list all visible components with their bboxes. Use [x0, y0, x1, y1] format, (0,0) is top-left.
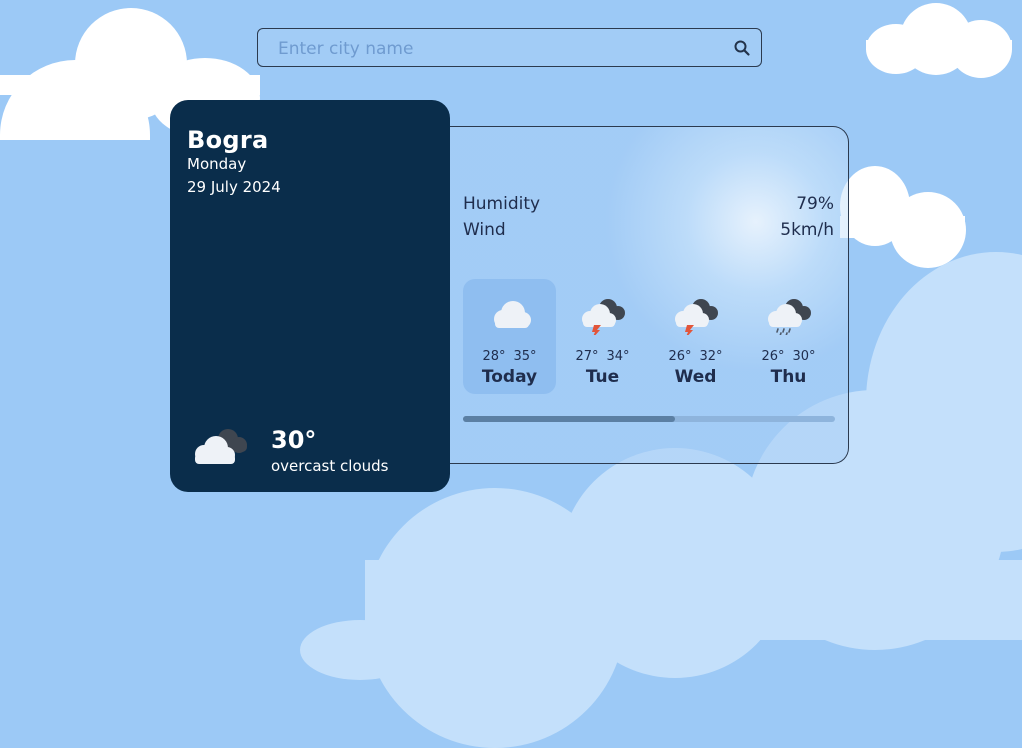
forecast-high: 30°	[792, 349, 816, 364]
forecast-day-label: Today	[481, 367, 538, 387]
forecast-temps: 26° 32°	[649, 349, 742, 364]
thunderstorm-icon	[675, 299, 718, 335]
overcast-cloud-icon	[195, 429, 247, 464]
forecast-temps: 26° 30°	[742, 349, 835, 364]
wind-label: Wind	[463, 220, 506, 240]
cloud-icon	[494, 301, 531, 328]
forecast-scrollbar-thumb[interactable]	[463, 416, 676, 422]
forecast-list: 28° 35° Today 27° 34° Tue 26° 32° Wed 26…	[463, 279, 835, 396]
forecast-day-label: Tue	[585, 367, 620, 387]
weather-details-card: Humidity 79% Wind 5km/h 28° 35° Today 27…	[446, 126, 849, 464]
forecast-high: 34°	[606, 349, 630, 364]
forecast-day-today[interactable]: 28° 35° Today	[463, 279, 556, 394]
current-temperature: 30°	[271, 426, 317, 454]
search-icon[interactable]	[733, 39, 751, 57]
rain-icon	[768, 299, 811, 335]
forecast-low: 27°	[575, 349, 599, 364]
forecast-day-tue[interactable]: 27° 34° Tue	[556, 279, 649, 394]
forecast-high: 32°	[699, 349, 723, 364]
humidity-label: Humidity	[463, 194, 541, 214]
forecast-day-wed[interactable]: 26° 32° Wed	[649, 279, 742, 394]
city-name: Bogra	[187, 126, 269, 154]
forecast-high: 35°	[513, 349, 537, 364]
thunderstorm-icon	[582, 299, 625, 335]
current-day: Monday	[187, 155, 247, 173]
humidity-value: 79%	[796, 194, 834, 214]
forecast-day-thu[interactable]: 26° 30° Thu	[742, 279, 835, 394]
current-description: overcast clouds	[271, 457, 389, 475]
forecast-low: 26°	[668, 349, 692, 364]
forecast-scrollbar[interactable]	[463, 416, 835, 422]
forecast-low: 26°	[761, 349, 785, 364]
forecast-low: 28°	[482, 349, 506, 364]
current-weather-card: Bogra Monday 29 July 2024 30° overcast c…	[170, 100, 450, 492]
forecast-day-label: Wed	[674, 367, 717, 387]
search-input[interactable]	[276, 29, 720, 68]
forecast-day-label: Thu	[770, 367, 807, 387]
wind-value: 5km/h	[780, 220, 834, 240]
search-bar	[257, 28, 762, 68]
forecast-temps: 27° 34°	[556, 349, 649, 364]
current-date: 29 July 2024	[187, 178, 281, 196]
forecast-temps: 28° 35°	[463, 349, 556, 364]
